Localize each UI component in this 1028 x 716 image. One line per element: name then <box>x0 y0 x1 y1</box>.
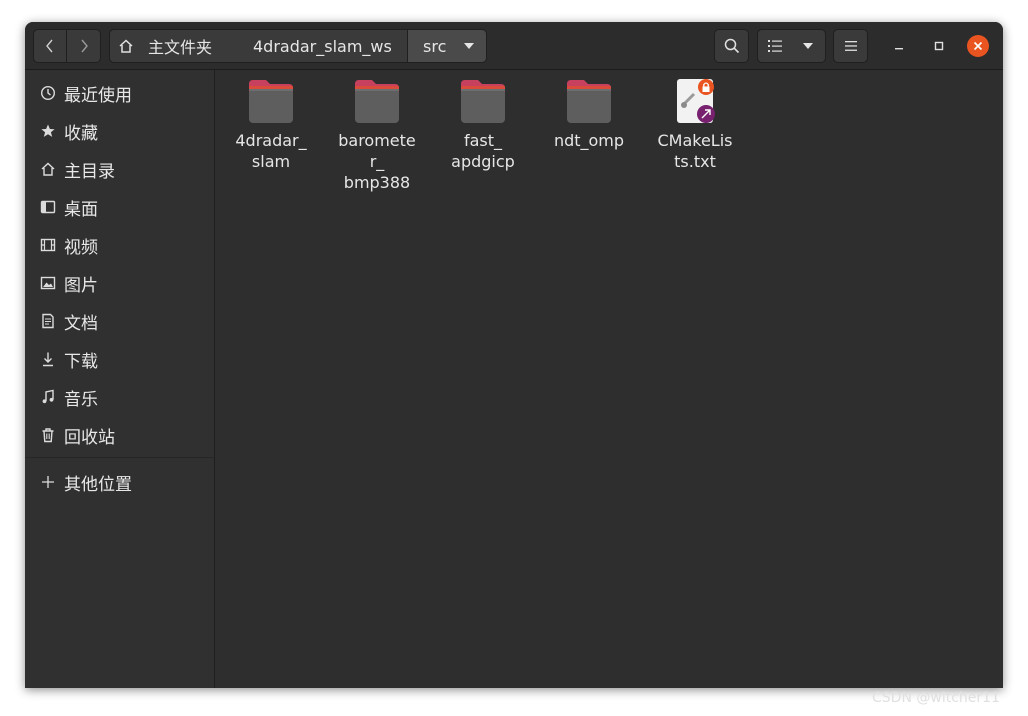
back-button[interactable] <box>33 29 67 63</box>
sidebar-item-label: 主目录 <box>64 161 115 182</box>
dropdown-arrow-icon[interactable] <box>464 43 475 49</box>
breadcrumb-home[interactable]: 主文件夹 <box>109 29 237 63</box>
sidebar-item-home[interactable]: 主目录 <box>25 151 214 187</box>
sidebar-item-videos[interactable]: 视频 <box>25 227 214 263</box>
breadcrumb-workspace-label: 4dradar_slam_ws <box>253 36 392 56</box>
sidebar-item-label: 收藏 <box>64 123 98 144</box>
sidebar-item-label: 回收站 <box>64 427 115 448</box>
chevron-right-icon <box>80 39 88 53</box>
sidebar: 最近使用 收藏 主目录 桌面 视频 图片 文档 下载 音乐 回收站 其他位置 <box>25 70 215 688</box>
sidebar-item-label: 文档 <box>64 313 98 334</box>
star-icon <box>40 123 56 139</box>
minimize-button[interactable] <box>887 34 911 58</box>
text-file-icon <box>677 79 715 123</box>
document-icon <box>40 313 56 329</box>
file-item[interactable]: baromete r_ bmp388 <box>332 78 422 193</box>
sidebar-item-label: 视频 <box>64 237 98 258</box>
hamburger-icon <box>844 41 857 51</box>
maximize-icon <box>934 41 944 51</box>
maximize-button[interactable] <box>927 34 951 58</box>
sidebar-item-desktop[interactable]: 桌面 <box>25 189 214 225</box>
home-icon <box>119 39 133 53</box>
breadcrumb-home-label: 主文件夹 <box>148 38 213 57</box>
plus-icon <box>40 474 56 490</box>
sidebar-item-downloads[interactable]: 下载 <box>25 341 214 377</box>
sidebar-item-documents[interactable]: 文档 <box>25 303 214 339</box>
search-button[interactable] <box>714 29 749 63</box>
file-name: 4dradar_ slam <box>235 131 307 171</box>
clock-icon <box>40 85 56 101</box>
breadcrumb-src[interactable]: src <box>408 29 487 63</box>
symlink-badge-icon <box>697 105 715 123</box>
file-view: 4dradar_ slam baromete r_ bmp388 fast_ a… <box>215 70 1003 688</box>
view-options-button[interactable] <box>791 29 826 63</box>
sidebar-item-label: 图片 <box>64 275 98 296</box>
file-name: ndt_omp <box>553 131 625 150</box>
sidebar-item-pictures[interactable]: 图片 <box>25 265 214 301</box>
folder-icon <box>567 80 611 123</box>
sidebar-item-label: 音乐 <box>64 389 98 410</box>
file-name: CMakeLis ts.txt <box>657 131 733 171</box>
sidebar-item-label: 下载 <box>64 351 98 372</box>
list-view-button[interactable] <box>757 29 792 63</box>
download-icon <box>40 351 56 367</box>
folder-icon <box>355 80 399 123</box>
file-item[interactable]: ndt_omp <box>544 78 634 151</box>
chevron-left-icon <box>46 39 53 53</box>
watermark: CSDN @witcher11 <box>872 690 1000 706</box>
music-icon <box>40 389 56 405</box>
sidebar-item-label: 最近使用 <box>64 85 132 106</box>
close-icon <box>973 41 983 51</box>
breadcrumb-src-label: src <box>423 36 447 56</box>
folder-icon <box>249 80 293 123</box>
sidebar-item-music[interactable]: 音乐 <box>25 379 214 415</box>
sidebar-item-trash[interactable]: 回收站 <box>25 417 214 453</box>
trash-icon <box>40 427 56 443</box>
file-manager-window: 主文件夹 4dradar_slam_ws src 最近使用 收藏 主目录 桌面 … <box>25 22 1003 688</box>
file-name: baromete r_ bmp388 <box>338 131 416 192</box>
sidebar-item-label: 其他位置 <box>64 474 132 495</box>
lock-badge-icon <box>698 79 714 95</box>
file-item[interactable]: 4dradar_ slam <box>226 78 316 172</box>
sidebar-item-recent[interactable]: 最近使用 <box>25 75 214 111</box>
sidebar-separator <box>25 457 214 458</box>
file-name: fast_ apdgicp <box>451 131 515 171</box>
minimize-icon <box>895 48 903 50</box>
header-bar: 主文件夹 4dradar_slam_ws src <box>25 22 1003 70</box>
breadcrumb-workspace[interactable]: 4dradar_slam_ws <box>236 29 408 63</box>
forward-button[interactable] <box>67 29 101 63</box>
desktop-icon <box>40 199 56 215</box>
home-icon <box>40 161 56 177</box>
folder-icon <box>461 80 505 123</box>
chevron-down-icon <box>803 43 813 49</box>
file-item[interactable]: CMakeLis ts.txt <box>650 78 740 172</box>
search-icon <box>724 38 739 54</box>
sidebar-item-starred[interactable]: 收藏 <box>25 113 214 149</box>
close-button[interactable] <box>967 35 989 57</box>
main-menu-button[interactable] <box>833 29 868 63</box>
sidebar-item-other-locations[interactable]: 其他位置 <box>25 464 214 500</box>
list-view-icon <box>767 40 782 52</box>
sidebar-item-label: 桌面 <box>64 199 98 220</box>
image-icon <box>40 275 56 291</box>
film-icon <box>40 237 56 253</box>
file-item[interactable]: fast_ apdgicp <box>438 78 528 172</box>
